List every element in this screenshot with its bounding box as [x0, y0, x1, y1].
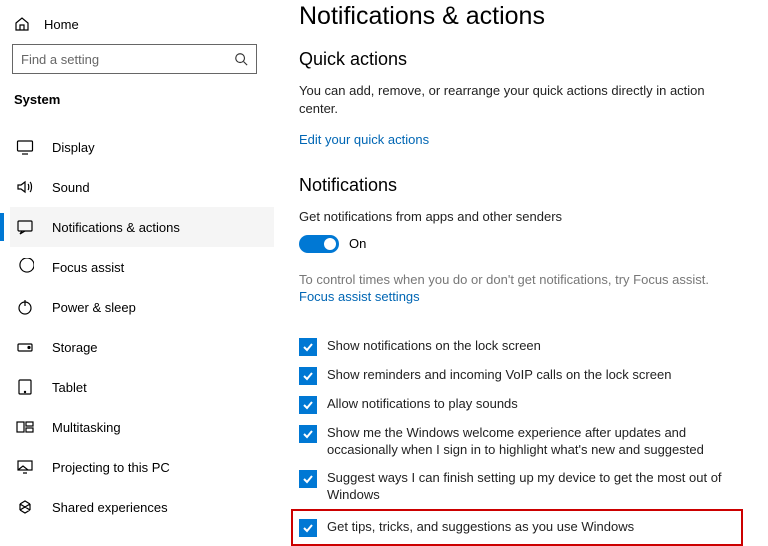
sidebar-item-multitasking[interactable]: Multitasking: [10, 407, 274, 447]
check-item-finish-setup[interactable]: Suggest ways I can finish setting up my …: [299, 464, 739, 509]
sidebar-item-label: Notifications & actions: [52, 220, 180, 235]
sidebar-item-power-sleep[interactable]: Power & sleep: [10, 287, 274, 327]
notifications-toggle-value: On: [349, 236, 366, 251]
sidebar-item-label: Sound: [52, 180, 90, 195]
sidebar-item-label: Multitasking: [52, 420, 121, 435]
sidebar: Home System Display Sound: [0, 0, 275, 545]
quick-actions-desc: You can add, remove, or rearrange your q…: [299, 82, 719, 118]
home-icon: [14, 16, 30, 32]
display-icon: [16, 138, 34, 156]
checkbox-checked-icon: [299, 396, 317, 414]
search-icon: [234, 52, 248, 66]
check-item-welcome-experience[interactable]: Show me the Windows welcome experience a…: [299, 419, 739, 464]
sidebar-item-label: Display: [52, 140, 95, 155]
nav-home[interactable]: Home: [10, 10, 274, 44]
check-item-sounds[interactable]: Allow notifications to play sounds: [299, 390, 739, 419]
sidebar-item-label: Projecting to this PC: [52, 460, 170, 475]
notifications-heading: Notifications: [299, 175, 744, 196]
page-title: Notifications & actions: [299, 2, 744, 31]
sound-icon: [16, 178, 34, 196]
checkbox-checked-icon: [299, 470, 317, 488]
quick-actions-heading: Quick actions: [299, 49, 744, 70]
checkbox-checked-icon: [299, 425, 317, 443]
sidebar-item-label: Storage: [52, 340, 98, 355]
notifications-toggle-row: On: [299, 235, 744, 253]
check-label: Get tips, tricks, and suggestions as you…: [327, 518, 634, 536]
multitasking-icon: [16, 418, 34, 436]
sidebar-item-display[interactable]: Display: [10, 127, 274, 167]
notifications-icon: [16, 218, 34, 236]
power-icon: [16, 298, 34, 316]
check-label: Show reminders and incoming VoIP calls o…: [327, 366, 671, 384]
sidebar-item-shared-experiences[interactable]: Shared experiences: [10, 487, 274, 527]
edit-quick-actions-link[interactable]: Edit your quick actions: [299, 132, 744, 147]
check-item-lock-screen[interactable]: Show notifications on the lock screen: [299, 332, 739, 361]
shared-icon: [16, 498, 34, 516]
check-item-voip[interactable]: Show reminders and incoming VoIP calls o…: [299, 361, 739, 390]
check-label: Suggest ways I can finish setting up my …: [327, 469, 739, 504]
sidebar-item-label: Shared experiences: [52, 500, 168, 515]
sidebar-item-storage[interactable]: Storage: [10, 327, 274, 367]
checkbox-checked-icon: [299, 338, 317, 356]
sidebar-item-focus-assist[interactable]: Focus assist: [10, 247, 274, 287]
sidebar-item-projecting[interactable]: Projecting to this PC: [10, 447, 274, 487]
storage-icon: [16, 338, 34, 356]
sidebar-item-sound[interactable]: Sound: [10, 167, 274, 207]
focus-hint-text: To control times when you do or don't ge…: [299, 271, 719, 289]
checkbox-checked-icon: [299, 519, 317, 537]
sidebar-item-label: Tablet: [52, 380, 87, 395]
focus-assist-icon: [16, 258, 34, 276]
nav-list: Display Sound Notifications & actions Fo…: [10, 127, 274, 527]
notifications-toggle-label: Get notifications from apps and other se…: [299, 208, 719, 226]
notifications-toggle[interactable]: [299, 235, 339, 253]
sidebar-item-label: Power & sleep: [52, 300, 136, 315]
sidebar-item-tablet[interactable]: Tablet: [10, 367, 274, 407]
checkbox-checked-icon: [299, 367, 317, 385]
projecting-icon: [16, 458, 34, 476]
sidebar-item-notifications[interactable]: Notifications & actions: [10, 207, 274, 247]
category-label: System: [10, 88, 274, 119]
check-label: Show notifications on the lock screen: [327, 337, 541, 355]
notification-options-list: Show notifications on the lock screen Sh…: [299, 332, 744, 546]
check-label: Show me the Windows welcome experience a…: [327, 424, 739, 459]
main-panel: Notifications & actions Quick actions Yo…: [275, 0, 768, 545]
check-label: Allow notifications to play sounds: [327, 395, 518, 413]
search-wrap: [12, 44, 260, 74]
search-box[interactable]: [12, 44, 257, 74]
tablet-icon: [16, 378, 34, 396]
nav-home-label: Home: [44, 17, 79, 32]
search-input[interactable]: [21, 52, 221, 67]
sidebar-item-label: Focus assist: [52, 260, 124, 275]
check-item-tips-tricks[interactable]: Get tips, tricks, and suggestions as you…: [291, 509, 743, 546]
focus-assist-settings-link[interactable]: Focus assist settings: [299, 289, 744, 304]
